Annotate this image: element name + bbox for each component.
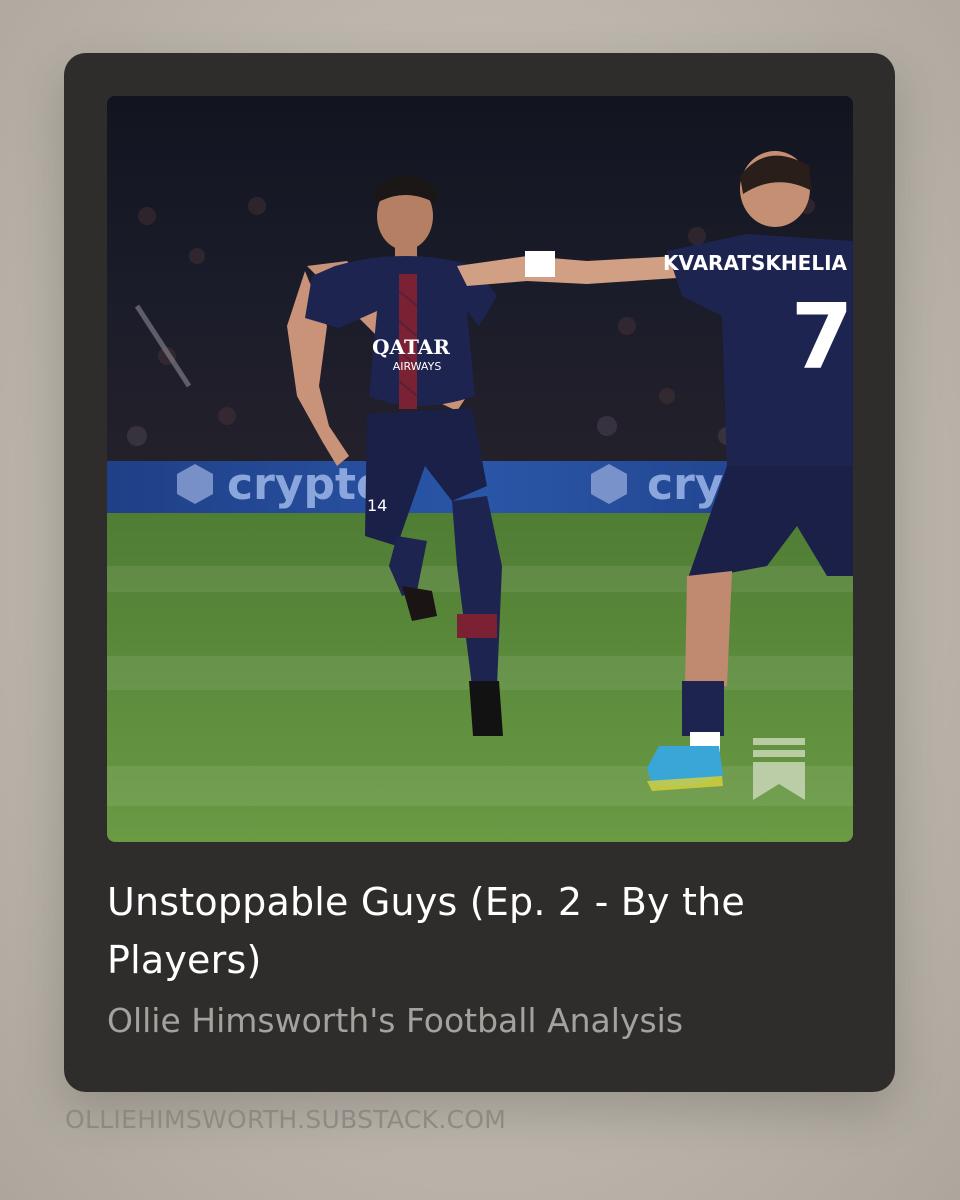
sponsor-bottom: AIRWAYS [393,360,442,373]
publication-url[interactable]: OLLIEHIMSWORTH.SUBSTACK.COM [65,1104,506,1136]
sponsor-top: QATAR [372,335,450,359]
ad-board-text: crypto [227,459,386,510]
post-title[interactable]: Unstoppable Guys (Ep. 2 - By the Players… [107,873,847,989]
substack-bookmark-icon [753,738,805,800]
post-cover-photo: crypto crypto QATAR [107,96,853,842]
shirt-name: KVARATSKHELIA [663,251,848,275]
short-number: 14 [367,496,387,515]
post-preview-card[interactable]: crypto crypto QATAR [64,53,895,1092]
post-cover-image: crypto crypto QATAR [107,96,853,842]
publication-name[interactable]: Ollie Himsworth's Football Analysis [107,999,847,1043]
shirt-number: 7 [791,285,853,390]
